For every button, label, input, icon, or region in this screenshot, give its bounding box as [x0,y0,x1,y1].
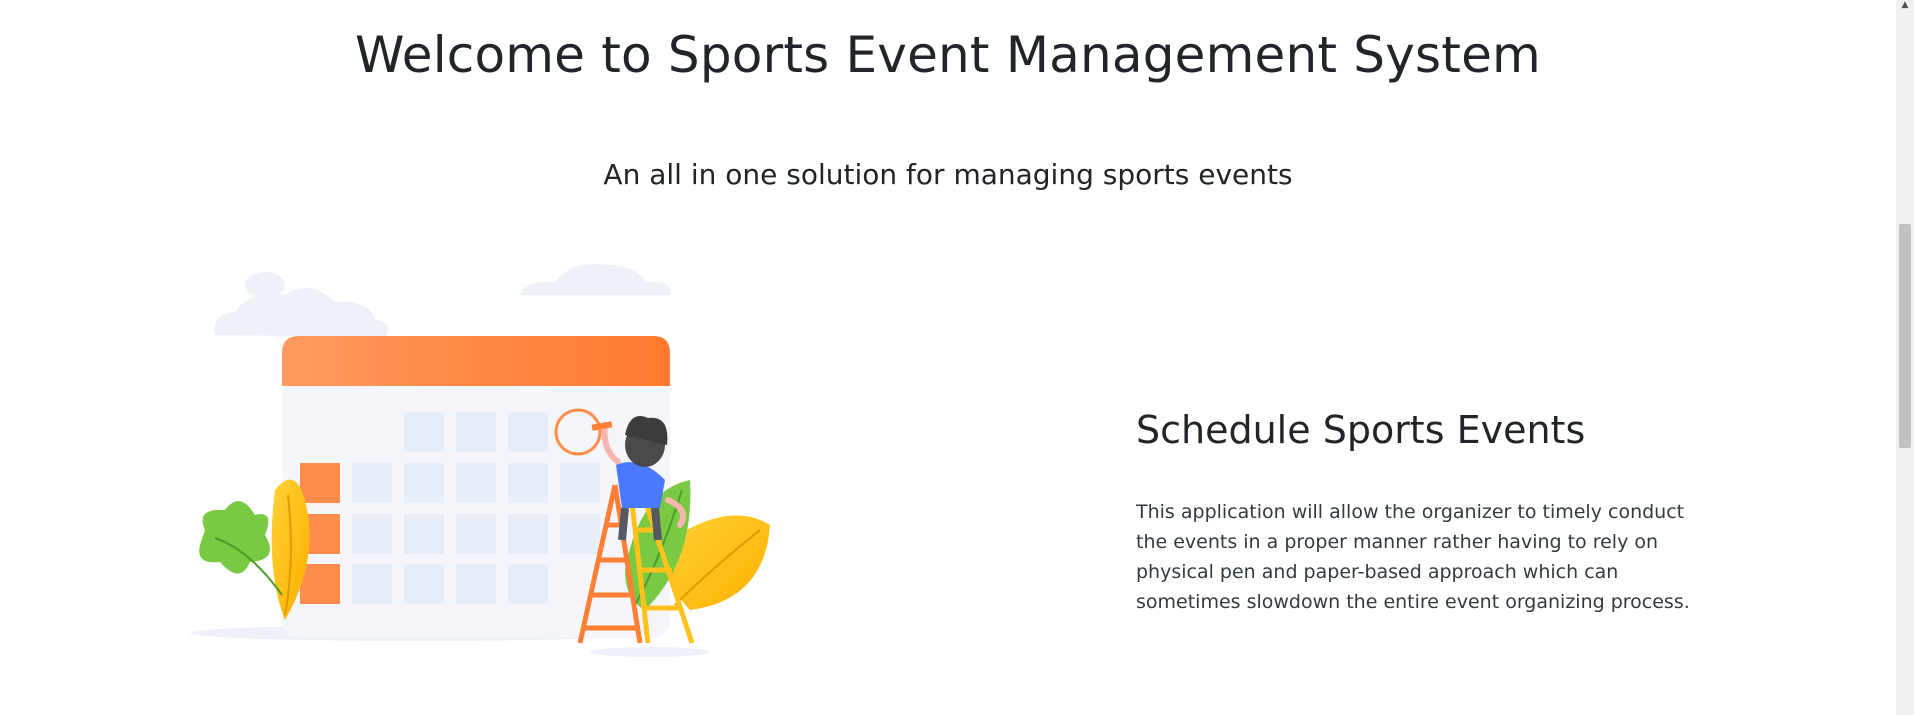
feature-title: Schedule Sports Events [1136,408,1586,452]
vertical-scrollbar[interactable]: ▲ [1896,0,1914,715]
calendar-scheduling-illustration [190,264,770,657]
page-title: Welcome to Sports Event Management Syste… [355,26,1541,84]
feature-description: This application will allow the organize… [1136,501,1690,613]
chevron-up-icon[interactable]: ▲ [1896,0,1914,14]
page-content: Welcome to Sports Event Management Syste… [0,0,1896,715]
page-subtitle: An all in one solution for managing spor… [603,158,1293,191]
leaf-decoration-left [199,479,310,620]
scrollbar-thumb[interactable] [1899,224,1911,448]
